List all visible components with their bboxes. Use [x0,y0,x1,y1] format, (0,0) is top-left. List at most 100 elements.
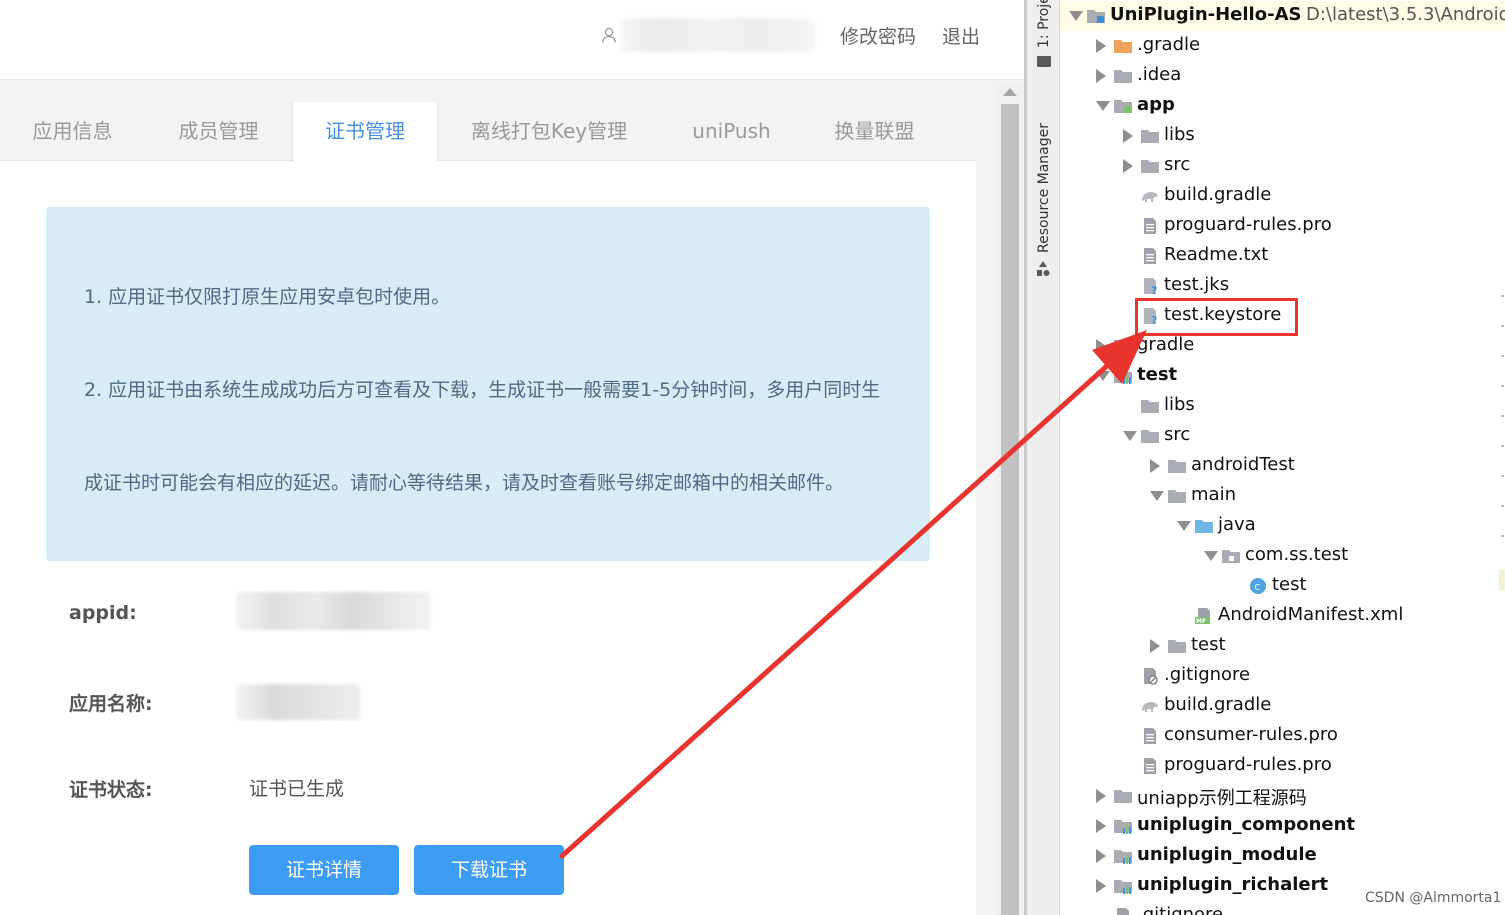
tree-row[interactable]: build.gradle [1060,691,1505,721]
manifest-file-icon: MF [1194,607,1214,625]
class-c-icon: c [1248,577,1268,595]
folder-icon [1113,67,1133,85]
svg-text:MF: MF [1196,618,1206,625]
tree-row[interactable]: libs [1060,121,1505,151]
collapse-right-arrow-icon[interactable] [1096,879,1106,893]
tree-row[interactable]: uniapp示例工程源码 [1060,781,1505,811]
editor-gutter-markers [1499,295,1505,590]
tree-row[interactable]: UniPlugin-Hello-AS D:\latest\3.5.3\Androi… [1060,1,1505,31]
folder-icon [1140,397,1160,415]
expand-down-arrow-icon[interactable] [1177,521,1191,531]
ignore-file-icon [1140,667,1160,685]
tree-row-label: .gitignore [1137,904,1224,915]
expand-down-arrow-icon[interactable] [1204,551,1218,561]
collapse-right-arrow-icon[interactable] [1150,639,1160,653]
tab-certificate-management[interactable]: 证书管理 [292,102,438,162]
tree-row-label: uniplugin_module [1137,844,1317,865]
collapse-right-arrow-icon[interactable] [1150,459,1160,473]
tree-row[interactable]: app [1060,91,1505,121]
tree-row[interactable]: .gitignore [1060,661,1505,691]
tree-row-label: .idea [1137,64,1182,85]
expand-down-arrow-icon[interactable] [1123,431,1137,441]
user-icon [601,27,617,43]
tab-unipush[interactable]: uniPush [660,102,803,161]
tab-app-info[interactable]: 应用信息 [0,102,145,161]
tree-row[interactable]: Readme.txt [1060,241,1505,271]
notice-line-1: 1. 应用证书仅限打原生应用安卓包时使用。 [84,286,451,308]
project-tree: UniPlugin-Hello-AS D:\latest\3.5.3\Androi… [1060,0,1505,915]
expand-down-arrow-icon[interactable] [1096,101,1110,111]
tab-offline-key-management[interactable]: 离线打包Key管理 [438,102,660,161]
tree-row-label: src [1164,424,1191,445]
tree-row-label: build.gradle [1164,184,1272,205]
tree-row[interactable]: test [1060,631,1505,661]
tree-row[interactable]: c test [1060,571,1505,601]
expand-down-arrow-icon[interactable] [1096,371,1110,381]
collapse-right-arrow-icon[interactable] [1096,39,1106,53]
folder-orange-icon [1113,37,1133,55]
tree-row-label: java [1218,514,1256,535]
collapse-right-arrow-icon[interactable] [1096,789,1106,803]
notice-line-2: 2. 应用证书由系统生成成功后方可查看及下载，生成证书一般需要1-5分钟时间，多… [84,379,881,401]
cert-status-label: 证书状态: [69,779,153,801]
tab-member-management[interactable]: 成员管理 [145,102,292,161]
tab-traffic-alliance[interactable]: 换量联盟 [803,102,946,161]
collapse-right-arrow-icon[interactable] [1096,339,1106,353]
scroll-up-arrow-icon[interactable] [1003,88,1017,96]
text-file-icon [1140,217,1160,235]
certificate-details-button[interactable]: 证书详情 [249,845,399,895]
tree-row-label: main [1191,484,1236,505]
collapse-right-arrow-icon[interactable] [1096,849,1106,863]
tree-row[interactable]: libs [1060,391,1505,421]
tree-row[interactable]: build.gradle [1060,181,1505,211]
notice-box: 1. 应用证书仅限打原生应用安卓包时使用。 2. 应用证书由系统生成成功后方可查… [46,207,930,561]
tree-row[interactable]: ? test.jks [1060,271,1505,301]
tree-row[interactable]: main [1060,481,1505,511]
tree-row[interactable]: com.ss.test [1060,541,1505,571]
tree-row-path: D:\latest\3.5.3\Android [1306,4,1505,25]
tree-row[interactable]: consumer-rules.pro [1060,721,1505,751]
logout-link[interactable]: 退出 [942,22,980,49]
change-password-link[interactable]: 修改密码 [840,22,916,49]
tree-row[interactable]: uniplugin_component [1060,811,1505,841]
tree-row[interactable]: MF AndroidManifest.xml [1060,601,1505,631]
project-tool-tab[interactable]: 1: Project [1036,0,1052,48]
top-bar: 修改密码 退出 [0,0,1024,80]
tab-bar: 应用信息 成员管理 证书管理 离线打包Key管理 uniPush 换量联盟 [0,102,976,162]
tree-row-label: proguard-rules.pro [1164,754,1332,775]
package-folder-icon [1221,547,1241,565]
scrollbar-thumb[interactable] [1001,104,1019,915]
resource-manager-tab[interactable]: Resource Manager [1036,123,1052,253]
collapse-right-arrow-icon[interactable] [1123,129,1133,143]
tree-row-label: libs [1164,394,1195,415]
folder-icon [1140,127,1160,145]
tree-row[interactable]: .gradle [1060,31,1505,61]
username-redacted [620,18,815,52]
collapse-right-arrow-icon[interactable] [1096,819,1106,833]
folder-icon [1140,157,1160,175]
tree-row[interactable]: src [1060,421,1505,451]
tree-row-label: test [1191,634,1226,655]
expand-down-arrow-icon[interactable] [1150,491,1164,501]
expand-down-arrow-icon[interactable] [1069,11,1083,21]
collapse-right-arrow-icon[interactable] [1096,69,1106,83]
tree-row[interactable]: androidTest [1060,451,1505,481]
folder-icon [1167,457,1187,475]
web-console-panel: 修改密码 退出 应用信息 成员管理 证书管理 离线打包Key管理 uniPush… [0,0,1024,915]
download-certificate-button[interactable]: 下载证书 [414,845,564,895]
tree-row-label: libs [1164,124,1195,145]
tree-row-label: com.ss.test [1245,544,1349,565]
app-name-label: 应用名称: [69,693,153,715]
tree-row[interactable]: java [1060,511,1505,541]
module-folder-chart-icon [1113,817,1133,835]
tree-row[interactable]: src [1060,151,1505,181]
collapse-right-arrow-icon[interactable] [1123,159,1133,173]
tree-row[interactable]: test [1060,361,1505,391]
tree-row[interactable]: proguard-rules.pro [1060,211,1505,241]
tree-row[interactable]: .idea [1060,61,1505,91]
certificate-card: 应用信息 成员管理 证书管理 离线打包Key管理 uniPush 换量联盟 1.… [0,102,976,915]
tree-row[interactable]: proguard-rules.pro [1060,751,1505,781]
module-folder-icon [1086,7,1106,25]
tree-row-label: uniplugin_richalert [1137,874,1329,895]
tree-row[interactable]: uniplugin_module [1060,841,1505,871]
